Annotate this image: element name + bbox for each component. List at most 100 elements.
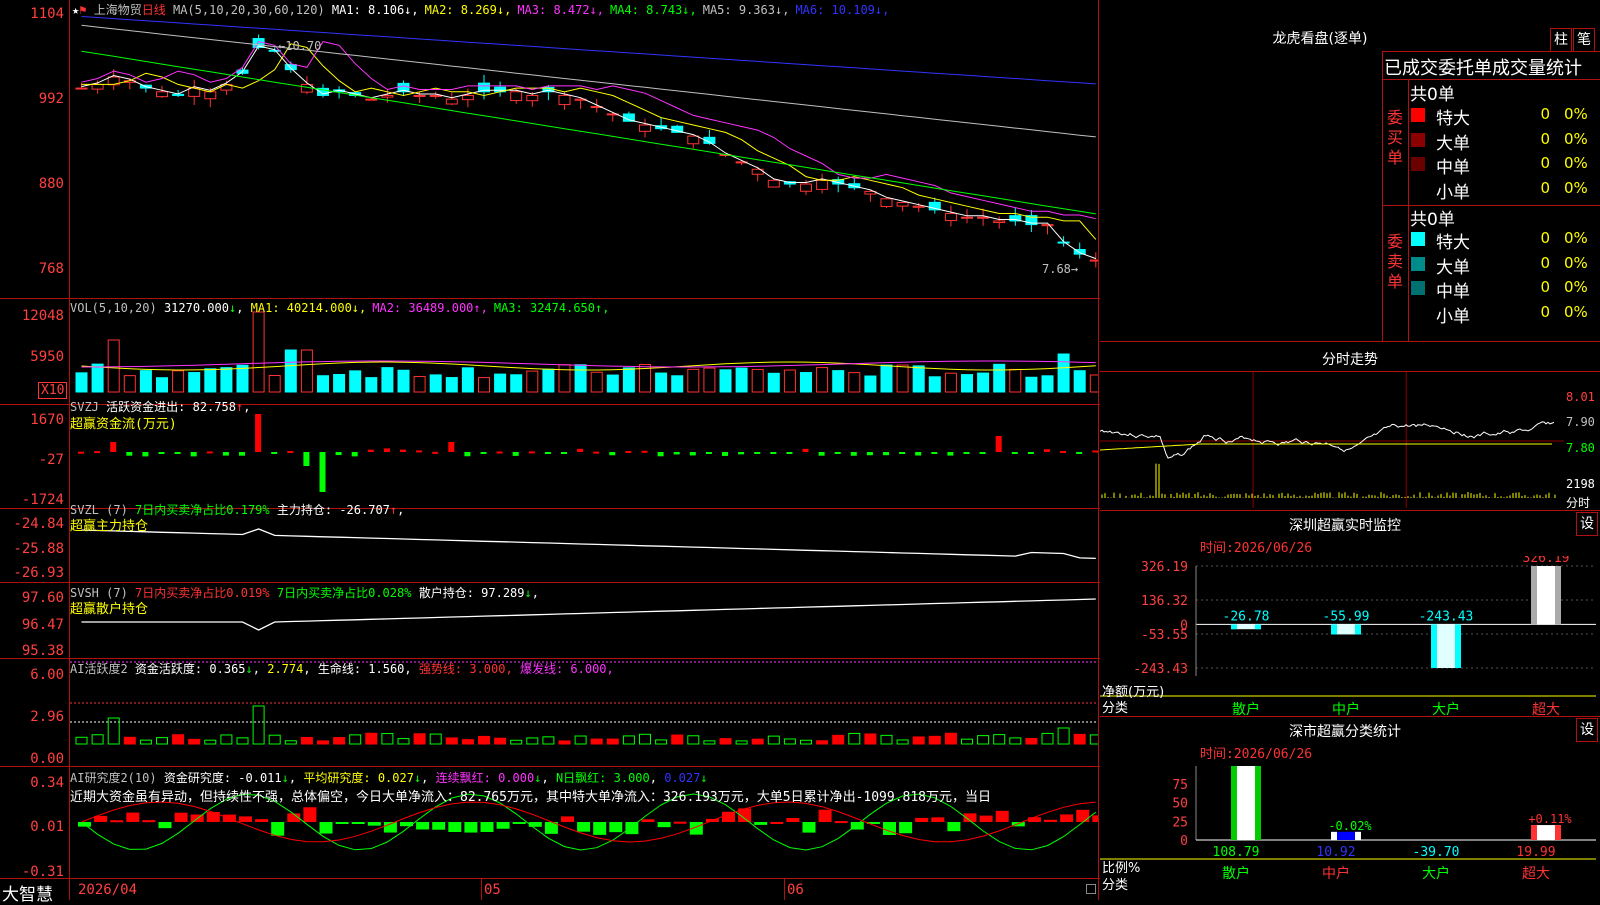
svzj-axis-label: -1724 [21,492,64,508]
activity-bar [590,738,603,745]
candle-body [880,198,893,207]
candle-body [75,87,88,90]
volume-bar [478,377,490,393]
retail-position-line [81,598,1096,631]
ma-legend-item: MA2: 8.269↓, [424,3,512,17]
volume-bar [1057,353,1070,393]
tick-view-button[interactable]: 笔 [1573,28,1595,52]
ma-line [81,50,1096,215]
svsh-axis-label: 97.60 [21,590,64,606]
volume-bar [300,349,313,393]
lock-icon[interactable] [1086,884,1096,894]
main-header: ★⚑ 上海物贸日线 MA(5,10,20,30,60,120) MA1: 8.1… [72,1,895,18]
category-category-label: 大户 [1422,865,1450,882]
research-bar [593,822,607,835]
volume-bar [1089,374,1098,393]
low-price-label: 7.68→ [1042,262,1078,276]
svzl-axis-label: -24.84 [13,516,64,532]
ai2-sep: , [541,771,549,785]
volume-bar [317,375,329,393]
fund-flow-bar [400,449,406,452]
research-bar [464,822,478,833]
monitor-axis-tick: -53.55 [1141,628,1188,643]
volume-bar [848,372,861,393]
category-chart[interactable]: 75 50 25 0 108.79 散户 -0.02% 10.92 中户 -39.70 大户 +0.1… [1100,762,1600,900]
research-bar [834,821,848,824]
fund-flow-bar [367,449,374,452]
kline-chart[interactable] [70,0,1098,878]
activity-bar [751,738,764,745]
category-settings-button[interactable]: 设 [1576,718,1598,742]
volume-bar [333,373,346,393]
research-bar [351,822,365,824]
svzl-sep: , [397,503,405,517]
research-bar [319,822,333,834]
activity-bar [864,733,877,745]
monitor-chart[interactable]: 326.19136.320-53.55-243.43-26.78散户-55.99… [1100,556,1600,716]
volume-bar [751,368,764,393]
volume-bar [735,367,748,393]
fund-flow-bar [303,452,310,466]
category-axis-tick: 75 [1172,778,1188,793]
fund-flow-bar [383,448,390,452]
activity-bar [445,737,458,745]
time-label: 时间: [1200,541,1234,556]
divider [1382,51,1383,341]
sell-total: 共0单 [1410,210,1455,230]
activity-bar [622,735,635,745]
main-chart-area[interactable]: 1104 992 880 768 12048 5950 X10 1670 -27… [0,0,1100,905]
fund-flow-bar [963,452,970,454]
candle-body [896,201,909,207]
candle-body [977,216,990,219]
monitor-title: 深圳超赢实时监控 [1289,518,1401,534]
ai1-header: AI活跃度2 资金活跃度: 0.365↓, 2.774, 生命线: 1.560,… [70,660,614,677]
bar-shade [1255,766,1261,840]
sell-label-char: 卖 [1387,252,1404,271]
fund-flow-bar [1060,451,1067,454]
svsh-subtitle: 超赢散户持仓 [70,602,149,617]
monitor-settings-button[interactable]: 设 [1576,512,1598,536]
volume-bar [156,377,168,393]
volume-bar [1009,368,1022,393]
monitor-value-label: -243.43 [1419,609,1474,624]
volume-bar [1041,375,1054,393]
bar-shade [1231,766,1237,840]
activity-bar [91,734,104,745]
ai2-a5: ↓ [700,771,708,785]
category-category-label: 超大 [1522,866,1550,882]
monitor-category-label: 中户 [1332,701,1360,716]
bar-shade [1255,624,1261,630]
activity-bar [816,740,829,745]
order-type-label: 大单 [1436,257,1470,278]
volume-bar [413,376,426,393]
ai2-t4: N日飘红: [555,771,607,785]
fund-flow-bar [834,452,841,454]
high-value: 10.70 [285,39,322,53]
volume-bar [977,372,990,393]
intraday-axis-label: 7.90 [1566,415,1595,429]
candle-body [365,98,378,101]
fund-flow-bar [770,452,777,454]
activity-bar [961,738,973,745]
intraday-title: 分时走势 [1322,352,1378,368]
order-count: 0 [1540,229,1550,247]
high-price-label: ←10.70 [278,39,321,53]
activity-bar [1041,732,1054,745]
candle-body [558,94,571,106]
fund-flow-bar [995,436,1002,452]
volume-bar [107,339,120,393]
fund-flow-bar [641,450,648,453]
bar-view-button[interactable]: 柱 [1550,28,1572,52]
vol-value: 31270.000 [163,301,229,315]
fund-flow-bar [239,452,245,456]
volume-bar [703,367,716,393]
time-label: 时间: [1200,747,1234,762]
candle-body [381,94,394,98]
activity-bar [928,735,941,745]
flag-icon[interactable]: ⚑ [79,3,86,17]
period-label[interactable]: 日线 [142,3,166,17]
fund-flow-bar [577,448,584,452]
fund-flow-bar [593,451,600,454]
svzj-label: 活跃资金进出: [106,400,186,414]
intraday-chart[interactable] [1100,372,1564,508]
